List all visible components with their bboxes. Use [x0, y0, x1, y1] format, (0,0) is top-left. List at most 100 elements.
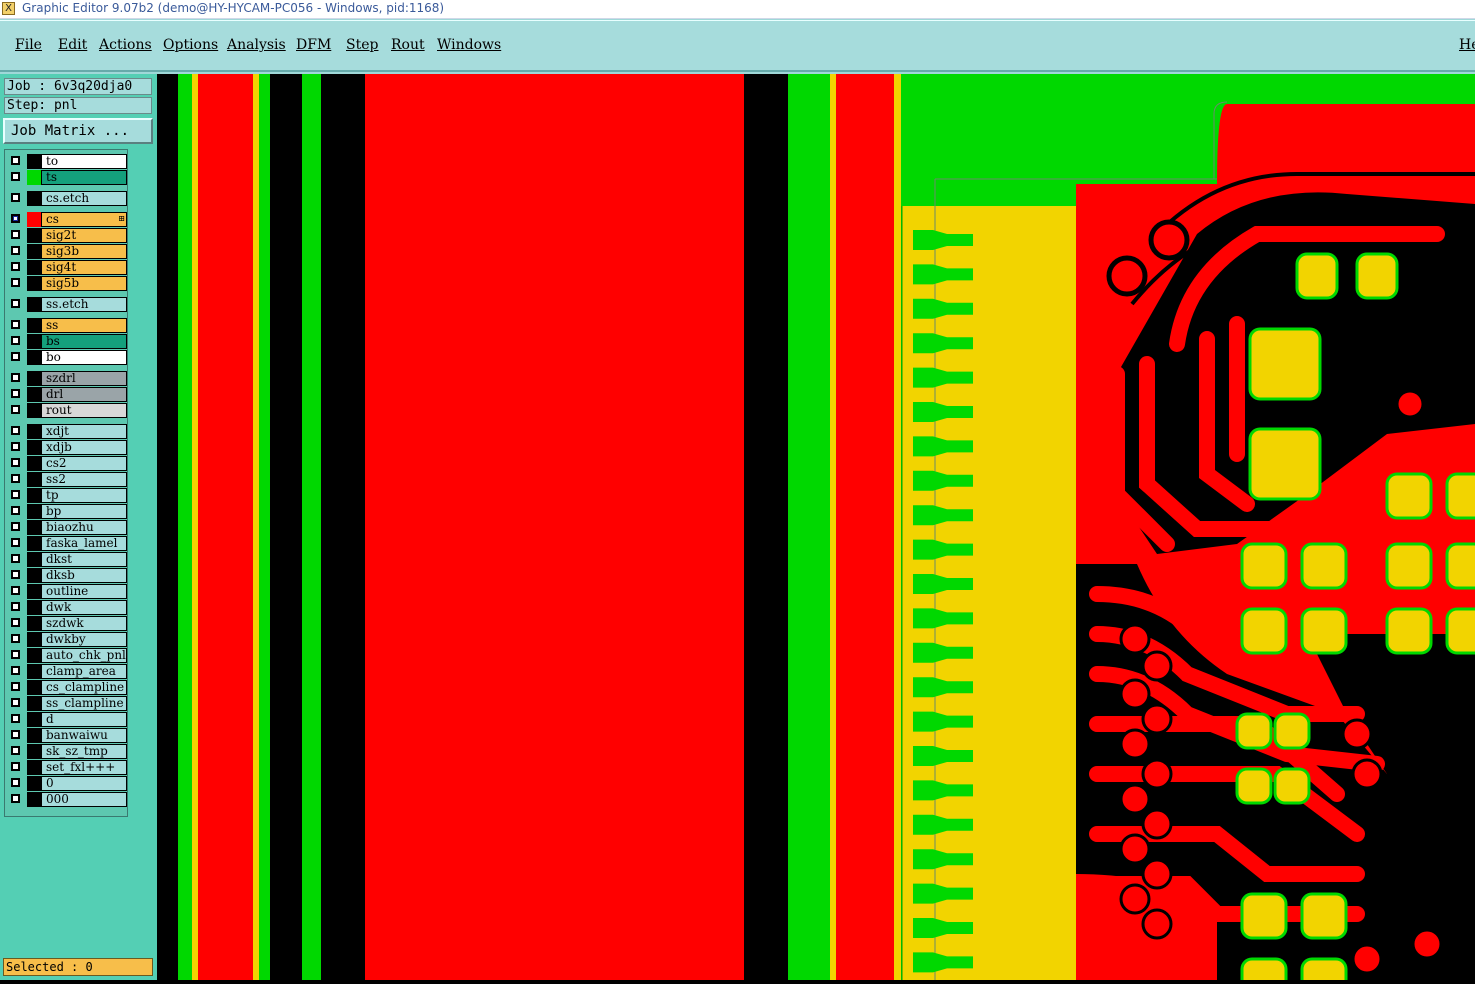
layer-row-ss2[interactable]: ss2: [8, 472, 127, 487]
layer-visibility-checkbox[interactable]: [11, 214, 20, 223]
layer-row-ss[interactable]: ss: [8, 318, 127, 333]
layer-name-label[interactable]: ss_clampline: [41, 696, 127, 711]
layer-row-000[interactable]: 000: [8, 792, 127, 807]
layer-row-set-fxl-[interactable]: set_fxl+++: [8, 760, 127, 775]
layer-name-label[interactable]: ts: [41, 170, 127, 185]
layer-visibility-checkbox[interactable]: [11, 554, 20, 563]
layer-row-szdrl[interactable]: szdrl: [8, 371, 127, 386]
layer-visibility-checkbox[interactable]: [11, 193, 20, 202]
layer-visibility-checkbox[interactable]: [11, 666, 20, 675]
layer-row-sig2t[interactable]: sig2t: [8, 228, 127, 243]
layer-name-label[interactable]: bs: [41, 334, 127, 349]
menu-edit[interactable]: Edit: [58, 37, 87, 53]
layer-name-label[interactable]: cs2: [41, 456, 127, 471]
layer-visibility-checkbox[interactable]: [11, 474, 20, 483]
menu-actions[interactable]: Actions: [99, 37, 152, 53]
layer-list-scrollbar[interactable]: [128, 149, 154, 817]
menu-options[interactable]: Options: [163, 37, 218, 53]
layer-name-label[interactable]: cs ⊞: [41, 212, 127, 227]
layer-name-label[interactable]: 000: [41, 792, 127, 807]
layer-name-label[interactable]: drl: [41, 387, 127, 402]
layer-color-swatch[interactable]: [27, 728, 41, 743]
layer-visibility-checkbox[interactable]: [11, 522, 20, 531]
layer-name-label[interactable]: cs_clampline: [41, 680, 127, 695]
layer-visibility-checkbox[interactable]: [11, 246, 20, 255]
layer-visibility-checkbox[interactable]: [11, 458, 20, 467]
layer-color-swatch[interactable]: [27, 260, 41, 275]
layer-color-swatch[interactable]: [27, 600, 41, 615]
layer-color-swatch[interactable]: [27, 276, 41, 291]
layer-name-label[interactable]: sig2t: [41, 228, 127, 243]
layer-color-swatch[interactable]: [27, 387, 41, 402]
layer-row-ts[interactable]: ts: [8, 170, 127, 185]
layer-visibility-checkbox[interactable]: [11, 262, 20, 271]
layer-color-swatch[interactable]: [27, 664, 41, 679]
layer-name-label[interactable]: bo: [41, 350, 127, 365]
layer-color-swatch[interactable]: [27, 744, 41, 759]
graphic-canvas[interactable]: [157, 74, 1475, 980]
layer-name-label[interactable]: rout: [41, 403, 127, 418]
layer-color-swatch[interactable]: [27, 334, 41, 349]
layer-color-swatch[interactable]: [27, 154, 41, 169]
layer-row-sk-sz-tmp[interactable]: sk_sz_tmp: [8, 744, 127, 759]
layer-row-dkst[interactable]: dkst: [8, 552, 127, 567]
layer-row-bo[interactable]: bo: [8, 350, 127, 365]
layer-visibility-checkbox[interactable]: [11, 762, 20, 771]
layer-visibility-checkbox[interactable]: [11, 714, 20, 723]
layer-visibility-checkbox[interactable]: [11, 156, 20, 165]
menu-step[interactable]: Step: [346, 37, 378, 53]
layer-color-swatch[interactable]: [27, 228, 41, 243]
layer-name-label[interactable]: sk_sz_tmp: [41, 744, 127, 759]
layer-visibility-checkbox[interactable]: [11, 778, 20, 787]
layer-name-label[interactable]: ss2: [41, 472, 127, 487]
layer-color-swatch[interactable]: [27, 212, 41, 227]
layer-color-swatch[interactable]: [27, 297, 41, 312]
layer-visibility-checkbox[interactable]: [11, 538, 20, 547]
layer-color-swatch[interactable]: [27, 552, 41, 567]
layer-row-xdjb[interactable]: xdjb: [8, 440, 127, 455]
layer-visibility-checkbox[interactable]: [11, 634, 20, 643]
layer-color-swatch[interactable]: [27, 568, 41, 583]
layer-row-cs-etch[interactable]: cs.etch: [8, 191, 127, 206]
layer-name-label[interactable]: szdrl: [41, 371, 127, 386]
layer-row-sig3b[interactable]: sig3b: [8, 244, 127, 259]
layer-color-swatch[interactable]: [27, 712, 41, 727]
layer-name-label[interactable]: dwkby: [41, 632, 127, 647]
layer-name-label[interactable]: banwaiwu: [41, 728, 127, 743]
layer-name-label[interactable]: 0: [41, 776, 127, 791]
layer-row-outline[interactable]: outline: [8, 584, 127, 599]
layer-name-label[interactable]: set_fxl+++: [41, 760, 127, 775]
layer-color-swatch[interactable]: [27, 371, 41, 386]
layer-visibility-checkbox[interactable]: [11, 389, 20, 398]
layer-color-swatch[interactable]: [27, 504, 41, 519]
layer-visibility-checkbox[interactable]: [11, 426, 20, 435]
layer-name-label[interactable]: sig4t: [41, 260, 127, 275]
layer-row-xdjt[interactable]: xdjt: [8, 424, 127, 439]
layer-row-ss-etch[interactable]: ss.etch: [8, 297, 127, 312]
layer-name-label[interactable]: bp: [41, 504, 127, 519]
layer-name-label[interactable]: dkst: [41, 552, 127, 567]
layer-name-label[interactable]: ss: [41, 318, 127, 333]
layer-name-label[interactable]: ss.etch: [41, 297, 127, 312]
layer-row-to[interactable]: to: [8, 154, 127, 169]
layer-visibility-checkbox[interactable]: [11, 442, 20, 451]
layer-name-label[interactable]: d: [41, 712, 127, 727]
layer-color-swatch[interactable]: [27, 318, 41, 333]
layer-row-szdwk[interactable]: szdwk: [8, 616, 127, 631]
layer-row-faska-lamel[interactable]: faska_lamel: [8, 536, 127, 551]
layer-color-swatch[interactable]: [27, 424, 41, 439]
menu-analysis[interactable]: Analysis: [227, 37, 286, 53]
layer-visibility-checkbox[interactable]: [11, 320, 20, 329]
layer-visibility-checkbox[interactable]: [11, 490, 20, 499]
layer-row-bs[interactable]: bs: [8, 334, 127, 349]
layer-color-swatch[interactable]: [27, 680, 41, 695]
layer-color-swatch[interactable]: [27, 440, 41, 455]
layer-row-biaozhu[interactable]: biaozhu: [8, 520, 127, 535]
layer-visibility-checkbox[interactable]: [11, 586, 20, 595]
layer-row-0[interactable]: 0: [8, 776, 127, 791]
layer-row-tp[interactable]: tp: [8, 488, 127, 503]
layer-visibility-checkbox[interactable]: [11, 373, 20, 382]
job-matrix-button[interactable]: Job Matrix ...: [3, 118, 153, 144]
menu-file[interactable]: File: [15, 37, 42, 53]
layer-row-rout[interactable]: rout: [8, 403, 127, 418]
